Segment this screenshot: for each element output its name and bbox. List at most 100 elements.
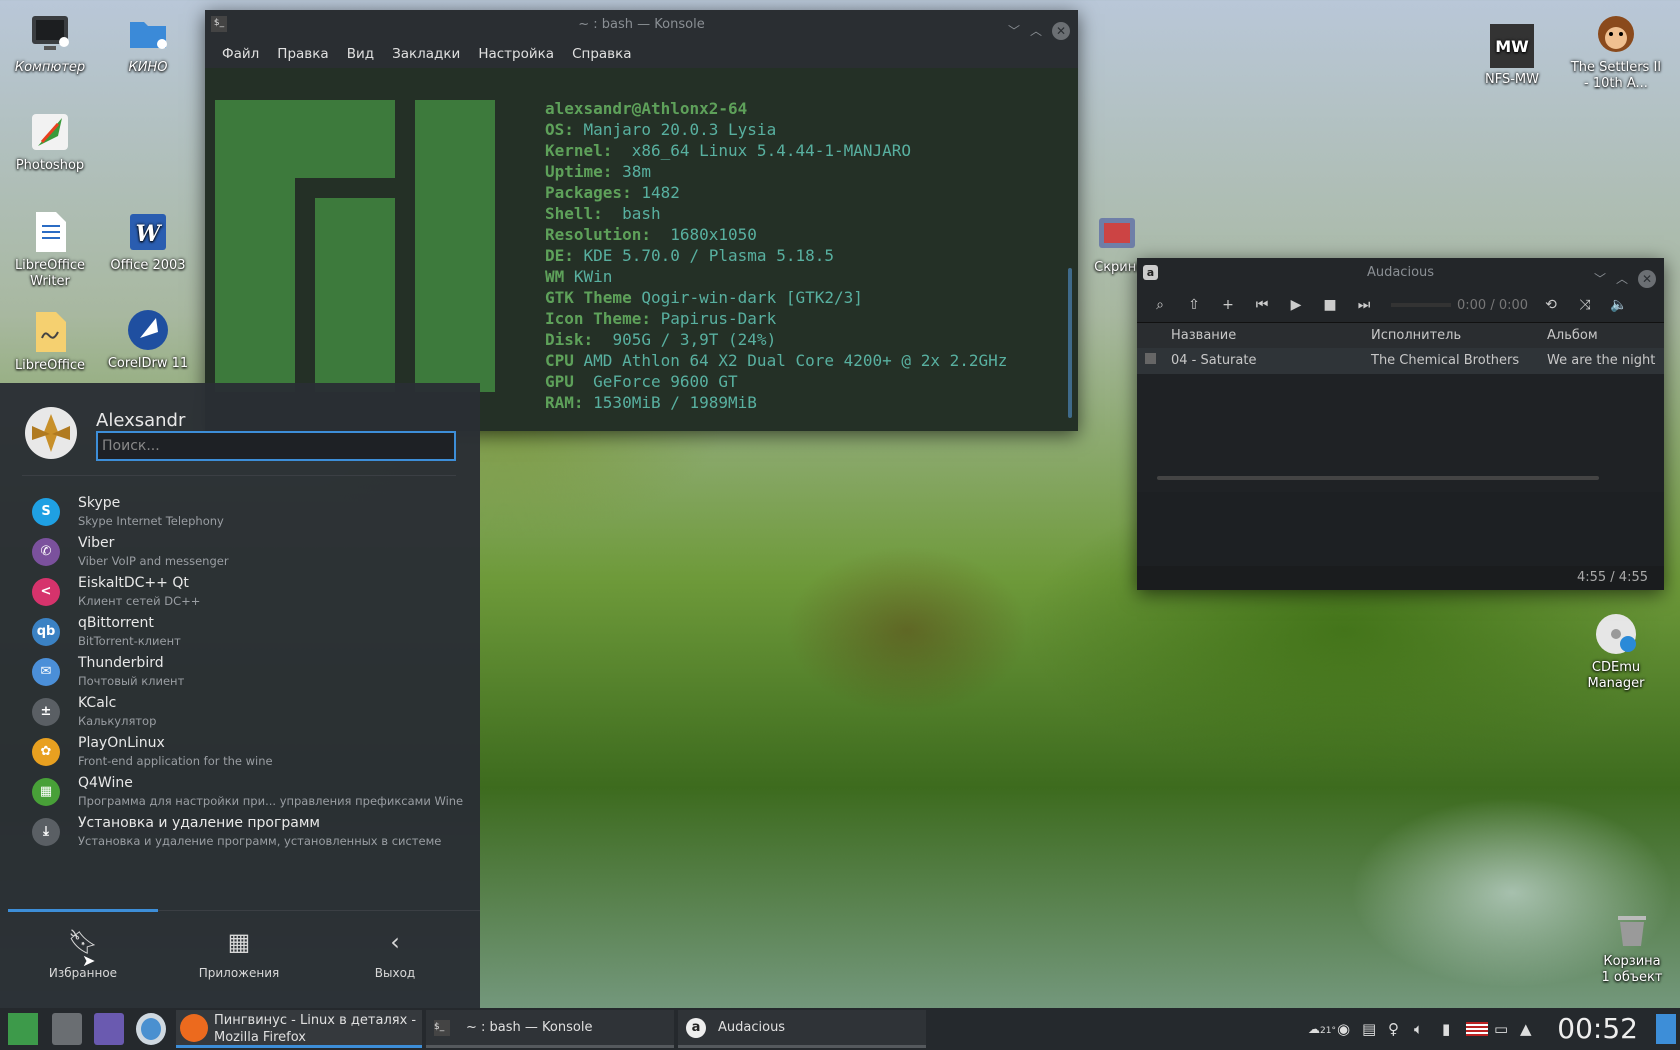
- desktop-icon-settlers[interactable]: The Settlers II - 10th A...: [1570, 12, 1662, 92]
- stop-icon[interactable]: ■: [1313, 297, 1347, 313]
- task-audacious[interactable]: a Audacious: [678, 1010, 926, 1048]
- user-avatar: [25, 407, 77, 459]
- pointer-app-icon[interactable]: [94, 1013, 124, 1045]
- audacious-window[interactable]: a Audacious ﹀ ︿ ✕ ⌕ ⇧ + ⏮ ▶ ■ ⏭ 0:00 / 0…: [1137, 258, 1664, 590]
- desktop-icon-label: LibreOffice Writer: [14, 258, 86, 289]
- status-bar-time: 4:55 / 4:55: [1137, 566, 1664, 590]
- launcher-app-item[interactable]: ⤓ Установка и удаление программ Установка …: [32, 813, 472, 853]
- konsole-window[interactable]: $_ ~ : bash — Konsole ﹀ ︿ ✕ Файл Правка …: [205, 10, 1078, 431]
- desktop-icon-photoshop[interactable]: Photoshop: [4, 110, 96, 174]
- volume-icon[interactable]: 🔈: [1602, 297, 1636, 313]
- task-konsole[interactable]: $_ ~ : bash — Konsole: [426, 1010, 674, 1048]
- desktop-icon-libreoffice[interactable]: LibreOffice: [4, 310, 96, 374]
- playlist-row[interactable]: 04 - Saturate The Chemical Brothers We a…: [1137, 348, 1664, 374]
- desktop-icon-libreoffice-writer[interactable]: LibreOffice Writer: [4, 210, 96, 290]
- menu-edit[interactable]: Правка: [268, 40, 337, 68]
- search-icon[interactable]: ⌕: [1143, 297, 1177, 313]
- playlist-hscrollbar[interactable]: [1157, 476, 1599, 480]
- launcher-app-item[interactable]: S Skype Skype Internet Telephony: [32, 493, 472, 533]
- audacious-titlebar[interactable]: a Audacious ﹀ ︿ ✕: [1137, 258, 1664, 288]
- app-name: EiskaltDC++ Qt: [78, 575, 189, 591]
- launcher-app-item[interactable]: ✆ Viber Viber VoIP and messenger: [32, 533, 472, 573]
- repeat-icon[interactable]: ⟲: [1534, 297, 1568, 313]
- document-icon: [36, 212, 66, 252]
- manjaro-menu-icon[interactable]: [8, 1013, 38, 1045]
- column-artist[interactable]: Исполнитель: [1371, 323, 1547, 348]
- tab-leave[interactable]: ‹ Выход: [320, 928, 470, 980]
- grid-icon: ▦: [227, 928, 251, 956]
- desktop-icon-office-2003[interactable]: W Office 2003: [102, 210, 194, 274]
- files-icon[interactable]: [52, 1013, 82, 1045]
- neofetch-key: OS:: [545, 120, 574, 139]
- menu-file[interactable]: Файл: [213, 40, 268, 68]
- neofetch-info: alexsandr@Athlonx2-64 OS: Manjaro 20.0.3…: [545, 98, 1007, 413]
- app-name: KCalc: [78, 695, 117, 711]
- close-icon[interactable]: ✕: [1052, 22, 1070, 40]
- tab-applications[interactable]: ▦ Приложения: [164, 928, 314, 980]
- add-icon[interactable]: +: [1211, 297, 1245, 313]
- task-label: Audacious: [718, 1020, 786, 1035]
- task-label: Пингвинус - Linux в деталях - Mozilla Fi…: [214, 1013, 417, 1045]
- launcher-app-item[interactable]: qb qBittorrent BitTorrent-клиент: [32, 613, 472, 653]
- desktop-icon-label: Корзина: [1603, 954, 1661, 969]
- network-icon[interactable]: ▭: [1494, 1008, 1508, 1050]
- column-album[interactable]: Альбом: [1547, 323, 1657, 348]
- terminal-output[interactable]: alexsandr@Athlonx2-64 OS: Manjaro 20.0.3…: [205, 68, 1078, 431]
- desktop-icon-kino[interactable]: КИНО: [102, 12, 194, 76]
- back-icon: ‹: [390, 928, 400, 956]
- volume-icon[interactable]: 🔈︎: [1414, 1008, 1423, 1050]
- column-title[interactable]: Название: [1171, 323, 1371, 348]
- konsole-titlebar[interactable]: $_ ~ : bash — Konsole ﹀ ︿ ✕: [205, 10, 1078, 40]
- desktop-icon-cdemu[interactable]: CDEmu Manager: [1570, 612, 1662, 692]
- minimize-icon[interactable]: ﹀: [1594, 264, 1606, 294]
- chromium-icon[interactable]: [136, 1013, 166, 1045]
- launcher-app-item[interactable]: ✿ PlayOnLinux Front-end application for th…: [32, 733, 472, 773]
- terminal-icon: $_: [434, 1020, 450, 1036]
- launcher-app-item[interactable]: ± KCalc Калькулятор: [32, 693, 472, 733]
- app-name: PlayOnLinux: [78, 735, 165, 751]
- desktop-icon-label: NFS-MW: [1485, 72, 1539, 87]
- neofetch-value: 1680x1050: [650, 225, 757, 244]
- menu-bookmarks[interactable]: Закладки: [383, 40, 469, 68]
- desktop-icon-label: LibreOffice: [14, 358, 86, 373]
- next-icon[interactable]: ⏭: [1347, 297, 1381, 313]
- maximize-icon[interactable]: ︿: [1030, 16, 1042, 46]
- desktop-icon-coreldraw[interactable]: CorelDrw 11: [102, 308, 194, 372]
- neofetch-key: GTK Theme: [545, 288, 632, 307]
- disc-tray-icon[interactable]: ◉: [1337, 1008, 1350, 1050]
- bulb-icon[interactable]: ♀: [1388, 1008, 1399, 1050]
- search-input[interactable]: Поиск...: [96, 431, 456, 461]
- minimize-icon[interactable]: ﹀: [1008, 16, 1020, 46]
- keyboard-layout-flag-icon[interactable]: [1466, 1022, 1488, 1036]
- menu-settings[interactable]: Настройка: [469, 40, 563, 68]
- seek-slider[interactable]: [1391, 303, 1451, 307]
- launcher-app-item[interactable]: < EiskaltDC++ Qt Клиент сетей DC++: [32, 573, 472, 613]
- maximize-icon[interactable]: ︿: [1616, 264, 1628, 294]
- clock[interactable]: 00:52: [1557, 1008, 1638, 1050]
- terminal-scrollbar[interactable]: [1068, 268, 1072, 418]
- open-icon[interactable]: ⇧: [1177, 297, 1211, 313]
- tray-expand-icon[interactable]: ▲: [1520, 1008, 1532, 1050]
- playlist-empty-area[interactable]: [1137, 374, 1664, 492]
- desktop-icon-nfs-mw[interactable]: MW NFS-MW: [1466, 24, 1558, 88]
- close-icon[interactable]: ✕: [1638, 270, 1656, 288]
- desktop-icon-computer[interactable]: Компютер: [4, 12, 96, 76]
- launcher-app-item[interactable]: ▦ Q4Wine Программа для настройки при... уп…: [32, 773, 472, 813]
- audacious-toolbar: ⌕ ⇧ + ⏮ ▶ ■ ⏭ 0:00 / 0:00 ⟲ ⤨ 🔈: [1137, 288, 1664, 322]
- previous-icon[interactable]: ⏮: [1245, 297, 1279, 313]
- menu-help[interactable]: Справка: [563, 40, 640, 68]
- task-firefox[interactable]: Пингвинус - Linux в деталях - Mozilla Fi…: [176, 1010, 422, 1048]
- play-icon[interactable]: ▶: [1279, 297, 1313, 313]
- clipboard-icon[interactable]: ▤: [1362, 1008, 1376, 1050]
- weather-icon[interactable]: ☁21°: [1308, 1008, 1336, 1050]
- app-name: qBittorrent: [78, 615, 154, 631]
- launcher-app-item[interactable]: ✉ Thunderbird Почтовый клиент: [32, 653, 472, 693]
- app-name: Viber: [78, 535, 115, 551]
- app-icon: ▦: [32, 778, 60, 806]
- show-desktop-button[interactable]: [1656, 1014, 1676, 1044]
- usb-icon[interactable]: ▮: [1442, 1008, 1450, 1050]
- neofetch-key: GPU: [545, 372, 574, 391]
- shuffle-icon[interactable]: ⤨: [1568, 297, 1602, 313]
- desktop-icon-trash[interactable]: Корзина 1 объект: [1586, 906, 1678, 986]
- menu-view[interactable]: Вид: [338, 40, 383, 68]
